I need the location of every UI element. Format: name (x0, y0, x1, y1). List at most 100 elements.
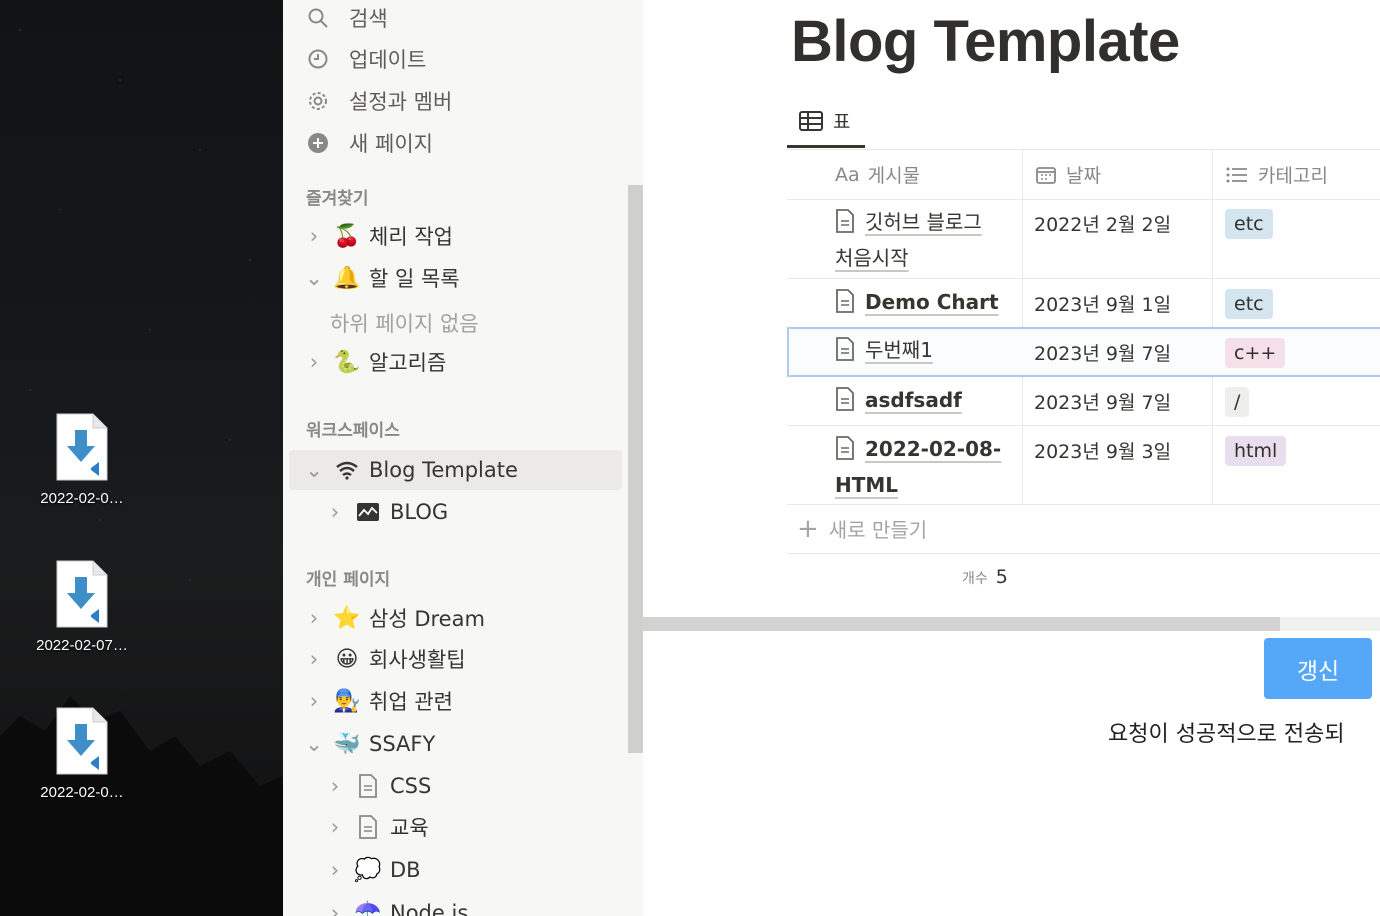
sidebar-item-job[interactable]: › 👨‍🔧 취업 관련 (305, 681, 453, 721)
category-tag[interactable]: html (1225, 436, 1287, 466)
wifi-icon (333, 456, 361, 484)
row-divider (787, 553, 1380, 554)
horizontal-scrollbar[interactable] (643, 617, 1380, 631)
column-header-category[interactable]: 카테고리 (1226, 150, 1328, 199)
vscode-file-icon (55, 559, 109, 629)
table-row-date[interactable]: 2023년 9월 1일 (1034, 290, 1171, 317)
table-row-title[interactable]: asdfsadf (835, 384, 1010, 420)
row-count-label: 개수 (962, 571, 988, 587)
sidebar-item-label: BLOG (390, 500, 449, 524)
table-row-date[interactable]: 2023년 9월 7일 (1034, 388, 1171, 415)
calendar-icon (1036, 165, 1056, 185)
smile-icon: 😀 (335, 646, 359, 672)
sidebar-item-nodejs[interactable]: › ☂️ Node.js (326, 893, 468, 916)
sidebar: 검색 업데이트 설정과 멤버 새 페이지 즐겨찾기 › 🍒 체리 작업 ⌄ 🔔 … (283, 0, 643, 916)
sidebar-item-blog[interactable]: › BLOG (326, 492, 448, 532)
gear-icon (305, 88, 331, 114)
sidebar-item-label: DB (390, 858, 421, 882)
chevron-right-icon[interactable]: › (326, 500, 344, 524)
new-row-button[interactable]: + 새로 만들기 (797, 514, 927, 543)
row-title-text: Demo Chart (865, 290, 999, 314)
chevron-right-icon[interactable]: › (305, 606, 323, 630)
category-tag[interactable]: etc (1225, 289, 1273, 319)
category-tag[interactable]: etc (1225, 209, 1273, 239)
sidebar-item-cherry[interactable]: › 🍒 체리 작업 (305, 216, 453, 256)
chevron-right-icon[interactable]: › (326, 858, 344, 882)
desktop-file-label: 2022-02-0… (40, 784, 124, 801)
tab-table-label: 표 (833, 111, 851, 133)
horizontal-scrollbar-thumb[interactable] (643, 617, 1280, 631)
sidebar-item-label: 할 일 목록 (369, 267, 460, 291)
desktop-file-icon-3[interactable]: 2022-02-0… (22, 706, 142, 801)
workspace-heading[interactable]: 워크스페이스 (306, 416, 400, 441)
sidebar-item-label: Node.js (390, 901, 469, 916)
chevron-down-icon[interactable]: ⌄ (305, 266, 323, 290)
new-row-label: 새로 만들기 (828, 518, 928, 542)
sidebar-item-db[interactable]: › 💭 DB (326, 850, 421, 890)
sidebar-item-samsung-dream[interactable]: › ⭐ 삼성 Dream (305, 598, 485, 638)
tab-table-view[interactable]: 표 (787, 96, 865, 148)
sidebar-item-label: 알고리즘 (369, 351, 447, 375)
column-header-post[interactable]: Aa 게시물 (835, 150, 920, 199)
sidebar-item-ssafy[interactable]: ⌄ 🐳 SSAFY (305, 724, 435, 764)
mechanic-icon: 👨‍🔧 (333, 688, 361, 714)
table-row-date[interactable]: 2022년 2월 2일 (1034, 210, 1171, 237)
sidebar-item-todo[interactable]: ⌄ 🔔 할 일 목록 (305, 258, 460, 298)
page-icon (835, 337, 855, 370)
row-divider (787, 199, 1380, 200)
row-title-text: asdfsadf (865, 388, 962, 412)
category-tag[interactable]: c++ (1225, 338, 1286, 368)
chevron-right-icon[interactable]: › (305, 224, 323, 248)
sidebar-item-algorithm[interactable]: › 🐍 알고리즘 (305, 342, 446, 382)
bell-icon: 🔔 (333, 265, 361, 291)
personal-heading[interactable]: 개인 페이지 (306, 565, 390, 590)
sidebar-item-label: 회사생활팁 (369, 648, 466, 672)
row-title-text: 처음시작 (835, 246, 909, 270)
desktop: 2022-02-0… 2022-02-07… 2022-02-0… (0, 0, 283, 916)
sidebar-item-label: 체리 작업 (369, 225, 453, 249)
row-count-value: 5 (995, 566, 1008, 588)
sidebar-item-blog-template[interactable]: ⌄ Blog Template (289, 450, 622, 490)
chevron-down-icon[interactable]: ⌄ (305, 732, 323, 756)
desktop-file-icon-2[interactable]: 2022-02-07… (22, 559, 142, 654)
sidebar-item-company-tips[interactable]: › 😀 회사생활팁 (305, 639, 466, 679)
category-tag[interactable]: / (1225, 387, 1250, 417)
table-row-title[interactable]: 2022-02-08- HTML (835, 433, 1010, 501)
page-icon (835, 289, 855, 322)
sidebar-item-label: 취업 관련 (369, 690, 453, 714)
clock-icon (305, 46, 331, 72)
sidebar-search-label: 검색 (349, 7, 388, 31)
table-row-date[interactable]: 2023년 9월 7일 (1034, 339, 1171, 366)
chevron-right-icon[interactable]: › (305, 350, 323, 374)
plus-circle-icon (305, 130, 331, 156)
favorites-heading[interactable]: 즐겨찾기 (306, 184, 369, 209)
chevron-right-icon[interactable]: › (305, 689, 323, 713)
row-divider (787, 504, 1380, 505)
sidebar-scrollbar[interactable] (628, 185, 643, 753)
chevron-right-icon[interactable]: › (326, 815, 344, 839)
table-row-title[interactable]: 깃허브 블로그 처음시작 (835, 206, 1010, 274)
sidebar-search[interactable]: 검색 (305, 0, 388, 36)
vscode-file-icon (55, 412, 109, 482)
table-row-title[interactable]: Demo Chart (835, 286, 1010, 322)
sidebar-new-page[interactable]: 새 페이지 (305, 125, 433, 161)
desktop-file-icon-1[interactable]: 2022-02-0… (22, 412, 142, 507)
sidebar-item-education[interactable]: › 교육 (326, 807, 429, 847)
sidebar-item-label: Blog Template (369, 458, 518, 482)
update-button[interactable]: 갱신 (1264, 638, 1372, 699)
column-header-date[interactable]: 날짜 (1036, 150, 1101, 199)
column-header-label: 날짜 (1066, 165, 1101, 187)
sidebar-item-css[interactable]: › CSS (326, 766, 432, 806)
chevron-right-icon[interactable]: › (305, 647, 323, 671)
chevron-right-icon[interactable]: › (326, 901, 344, 916)
chevron-right-icon[interactable]: › (326, 774, 344, 798)
table-row-title[interactable]: 두번째1 (835, 334, 1010, 370)
sidebar-updates[interactable]: 업데이트 (305, 41, 426, 77)
chevron-down-icon[interactable]: ⌄ (305, 458, 323, 482)
page-title[interactable]: Blog Template (791, 8, 1180, 75)
whale-icon: 🐳 (333, 731, 361, 757)
sidebar-updates-label: 업데이트 (349, 48, 427, 72)
table-row-date[interactable]: 2023년 9월 3일 (1034, 437, 1171, 464)
row-count[interactable]: 개수 5 (962, 566, 1008, 588)
sidebar-settings[interactable]: 설정과 멤버 (305, 83, 452, 119)
